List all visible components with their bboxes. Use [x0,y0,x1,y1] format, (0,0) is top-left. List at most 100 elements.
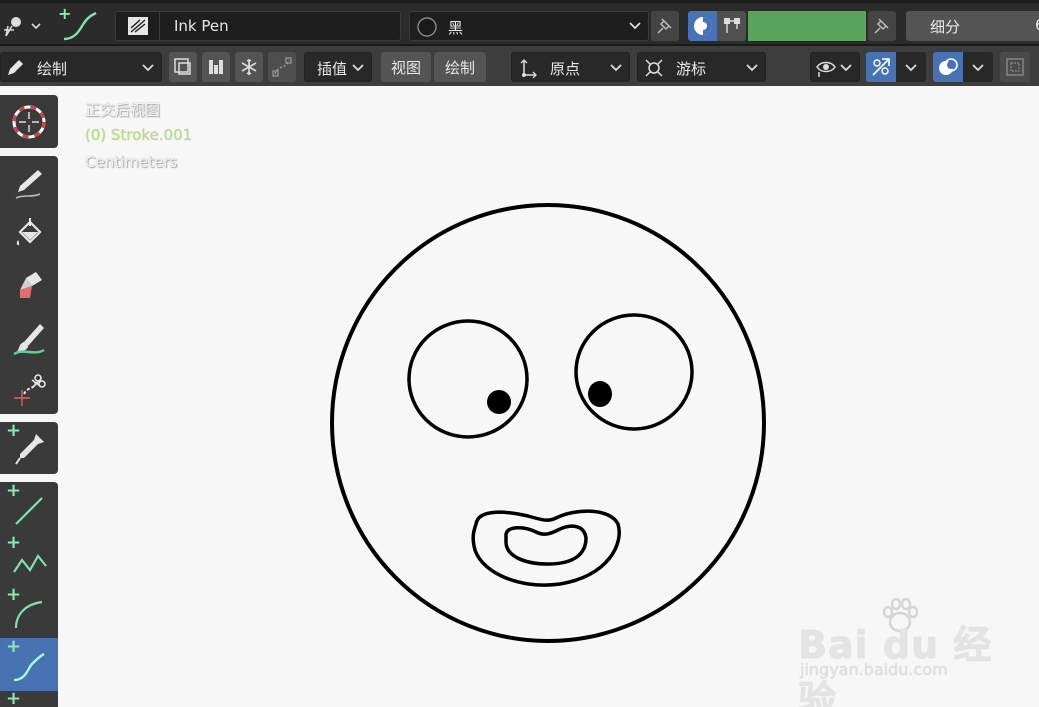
viewport-header: 绘制 插值 视图 绘制 原点 游标 [0,44,1039,86]
layers-icon [174,58,191,75]
right-eye-stroke [574,313,694,431]
chevron-down-icon [352,64,364,72]
erase-icon [20,271,42,298]
mouth-outer-stroke [471,509,621,587]
keyframe-icon [209,60,223,74]
svg-text:+: + [58,5,71,23]
viewport-view-name: 正交后视图 [85,101,161,119]
tool-eyedropper[interactable]: + [0,422,58,475]
tool-cutter[interactable] [0,364,58,417]
pin-material-button[interactable] [651,11,679,41]
pencil-icon [8,60,23,75]
chevron-down-icon [840,64,852,72]
material-sphere-icon [417,17,437,37]
color-mode-toggle[interactable] [688,11,746,41]
visibility-dropdown[interactable] [810,52,860,82]
material-name: 黑 [448,19,464,37]
left-eye-stroke [407,319,529,439]
overlays-icon [939,58,958,75]
overlays-toggle[interactable] [933,52,963,82]
stroke-placement-label: 原点 [550,60,581,78]
subdivide-value: 6 [1035,16,1039,34]
draw-menu-label: 绘制 [444,58,475,77]
interaction-mode-label: 绘制 [37,60,68,78]
material-color-mode-button[interactable] [688,11,717,41]
tool-draw[interactable] [0,156,58,209]
material-mode-icon [693,17,712,35]
chevron-down-icon [142,64,154,72]
gizmo-toggle[interactable] [866,52,896,82]
tool-polyline[interactable]: + [0,534,58,587]
stroke-color-swatch[interactable] [748,11,866,41]
pin-icon [874,18,889,34]
brush-name: Ink Pen [174,17,229,35]
mouth-inner-stroke [504,524,588,566]
cursor-icon [12,105,46,138]
interaction-mode-dropdown[interactable]: 绘制 [0,52,162,82]
tool-arc[interactable]: + [0,586,58,639]
toolbar-group-cursor [0,95,58,148]
active-tool-curve-icon[interactable]: + [56,4,102,43]
draw-menu[interactable]: 绘制 [434,52,486,82]
draw-icon [15,169,42,199]
tool-curve[interactable]: + [0,638,58,691]
freeze-toggle[interactable] [235,52,263,82]
origin-icon [520,59,537,78]
left-pupil [487,390,511,414]
pin-color-button[interactable] [868,11,896,41]
gizmo-icon [872,58,890,76]
viewport-units: Centimeters [85,153,178,171]
subdivide-field[interactable]: 细分 6 [906,11,1039,41]
grease-pencil-mode-icon [4,17,41,37]
vertex-color-mode-button[interactable] [717,11,746,41]
brush-selector[interactable]: Ink Pen [115,11,401,41]
toolbar-group-draw [0,156,58,414]
drawing-plane-dropdown[interactable]: 游标 [637,52,766,82]
watermark-url: jingyan.baidu.com [800,660,948,679]
toolbar-group-eyedropper: + [0,422,58,474]
autokey-toggle[interactable] [202,52,230,82]
snowflake-icon [241,59,257,75]
brush-icon [116,12,160,40]
xray-icon [1006,58,1024,76]
face-outline-stroke [330,203,766,643]
chevron-down-icon [972,64,984,72]
3d-viewport[interactable]: 正交后视图 (0) Stroke.001 Centimeters Bai du … [58,86,1039,707]
drawing-plane-label: 游标 [676,60,707,78]
tool-erase[interactable] [0,260,58,313]
view-menu-label: 视图 [390,58,421,77]
right-pupil [588,381,612,407]
material-selector[interactable]: 黑 [409,11,649,41]
baidu-watermark: Bai du 经验 jingyan.baidu.com [798,594,998,707]
chevron-down-icon [905,64,917,72]
eye-icon [816,61,836,77]
cursor-plane-icon [645,59,663,77]
chevron-down-icon [746,64,758,72]
subdivide-label: 细分 [930,18,961,36]
multiframe-toggle[interactable] [169,52,197,82]
tool-box[interactable]: + [0,690,58,707]
tool-cursor[interactable] [0,95,58,148]
xray-toggle[interactable] [1000,52,1030,82]
gizmo-dropdown[interactable] [896,52,926,82]
editor-mode-button[interactable] [2,11,42,41]
chevron-down-icon [629,22,641,30]
tool-line[interactable]: + [0,482,58,535]
tool-settings-header: + Ink Pen 黑 细分 [0,0,1039,44]
interpolate-menu[interactable]: 插值 [304,52,372,82]
edit-lines-toggle[interactable] [268,52,296,82]
toolbar-group-shapes: + + + + + [0,482,58,707]
tool-tint[interactable] [0,312,58,365]
vertex-color-icon [723,18,740,33]
stroke-placement-dropdown[interactable]: 原点 [511,52,630,82]
overlays-dropdown[interactable] [963,52,993,82]
view-menu[interactable]: 视图 [381,52,431,82]
pin-icon [657,18,672,34]
tint-icon [13,323,45,355]
curve-edit-icon [272,57,292,77]
area-top-strip [0,0,1039,3]
interpolate-label: 插值 [317,60,348,78]
fill-icon [16,217,42,245]
tool-fill[interactable] [0,208,58,261]
cutter-icon [14,373,46,406]
